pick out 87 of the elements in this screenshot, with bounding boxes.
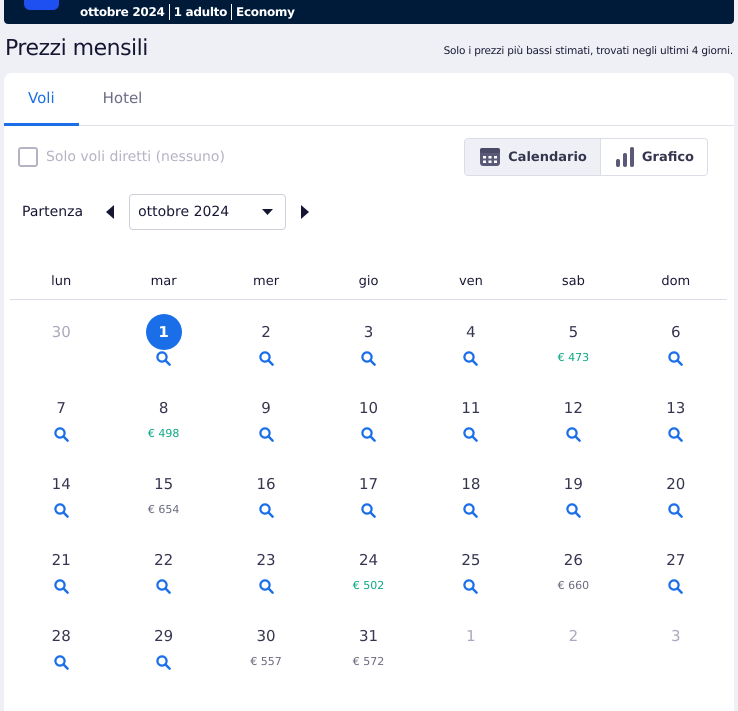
day-number[interactable]: 4 bbox=[452, 317, 489, 347]
search-summary-text: ottobre 2024 bbox=[79, 4, 166, 20]
departure-label: Partenza bbox=[22, 204, 84, 220]
search-icon[interactable] bbox=[54, 579, 69, 594]
search-icon[interactable] bbox=[668, 579, 684, 594]
search-icon[interactable] bbox=[54, 427, 69, 442]
day-number[interactable]: 28 bbox=[43, 621, 80, 651]
search-icon[interactable] bbox=[463, 579, 478, 594]
bar-chart-icon bbox=[616, 147, 634, 167]
search-icon[interactable] bbox=[566, 503, 581, 518]
day-number[interactable]: 27 bbox=[658, 545, 694, 575]
day-number: 1 bbox=[465, 626, 477, 647]
day-number[interactable]: 10 bbox=[350, 393, 386, 423]
day-number: 2 bbox=[568, 626, 580, 647]
caret-right-icon bbox=[300, 204, 310, 220]
search-icon[interactable] bbox=[156, 351, 172, 366]
search-summary-text: Economy bbox=[231, 4, 299, 20]
day-number[interactable]: 6 bbox=[658, 317, 694, 347]
caret-icon bbox=[262, 209, 274, 215]
day-number[interactable]: 12 bbox=[555, 393, 592, 423]
day-number[interactable]: 2 bbox=[248, 317, 284, 347]
price-label[interactable]: € 572 bbox=[352, 655, 384, 668]
day-number[interactable]: 8 bbox=[146, 393, 182, 423]
weekday-label: ven bbox=[458, 274, 483, 289]
logo-icon bbox=[24, 0, 59, 10]
day-number[interactable]: 15 bbox=[146, 469, 182, 499]
search-icon[interactable] bbox=[360, 351, 376, 366]
day-number[interactable]: 22 bbox=[146, 545, 182, 575]
price-note: Solo i prezzi più bassi stimati, trovati negli ultimi 4 giorni. bbox=[444, 45, 733, 59]
day-number[interactable]: 9 bbox=[248, 393, 284, 423]
day-number[interactable]: 7 bbox=[43, 393, 80, 423]
search-icon[interactable] bbox=[258, 503, 274, 518]
search-icon[interactable] bbox=[463, 351, 478, 366]
weekday-label: sab bbox=[562, 274, 585, 289]
day-number[interactable]: 23 bbox=[248, 545, 284, 575]
search-icon[interactable] bbox=[54, 655, 69, 670]
weekday-label: dom bbox=[661, 274, 690, 289]
day-number: 3 bbox=[670, 626, 682, 647]
search-icon[interactable] bbox=[258, 427, 274, 442]
price-label[interactable]: € 654 bbox=[148, 503, 180, 516]
day-number: 30 bbox=[50, 322, 72, 343]
day-number[interactable]: 31 bbox=[350, 621, 386, 651]
search-icon[interactable] bbox=[668, 351, 684, 366]
search-icon[interactable] bbox=[156, 579, 172, 594]
weekday-label: mer bbox=[253, 274, 280, 289]
day-number[interactable]: 20 bbox=[658, 469, 694, 499]
day-number[interactable]: 29 bbox=[146, 621, 182, 651]
search-icon[interactable] bbox=[463, 427, 478, 442]
search-icon[interactable] bbox=[360, 503, 376, 518]
search-icon[interactable] bbox=[668, 427, 684, 442]
day-number[interactable]: 13 bbox=[658, 393, 694, 423]
checkbox-label: Solo voli diretti (nessuno) bbox=[46, 149, 225, 165]
day-number[interactable]: 16 bbox=[248, 469, 284, 499]
view-toggle-button[interactable]: Calendario bbox=[465, 139, 601, 175]
weekday-label: lun bbox=[51, 274, 72, 289]
day-number[interactable]: 3 bbox=[350, 317, 386, 347]
day-number[interactable]: 18 bbox=[452, 469, 489, 499]
day-number[interactable]: 24 bbox=[350, 545, 386, 575]
search-icon[interactable] bbox=[463, 503, 478, 518]
search-icon[interactable] bbox=[258, 351, 274, 366]
day-number[interactable]: 14 bbox=[43, 469, 80, 499]
weekday-label: mar bbox=[150, 274, 177, 289]
search-icon[interactable] bbox=[54, 503, 69, 518]
price-label[interactable]: € 557 bbox=[250, 655, 282, 668]
day-number[interactable]: 21 bbox=[43, 545, 80, 575]
calendar-icon bbox=[480, 148, 500, 166]
search-icon[interactable] bbox=[258, 579, 274, 594]
weekday-label: gio bbox=[358, 274, 378, 289]
search-icon[interactable] bbox=[360, 427, 376, 442]
search-icon[interactable] bbox=[566, 427, 581, 442]
day-number[interactable]: 19 bbox=[555, 469, 592, 499]
search-summary-text: 1 adulto bbox=[168, 4, 232, 20]
price-label[interactable]: € 660 bbox=[558, 579, 590, 592]
day-number[interactable]: 5 bbox=[555, 317, 592, 347]
day-number[interactable]: 25 bbox=[452, 545, 489, 575]
tab[interactable]: Voli bbox=[4, 73, 79, 126]
month-dropdown[interactable]: ottobre 2024 bbox=[129, 194, 286, 230]
tab[interactable]: Hotel bbox=[78, 73, 166, 126]
day-number[interactable]: 17 bbox=[350, 469, 386, 499]
day-number[interactable]: 11 bbox=[452, 393, 489, 423]
page-title: Prezzi mensili bbox=[5, 36, 148, 61]
day-number[interactable]: 30 bbox=[248, 621, 284, 651]
search-icon[interactable] bbox=[668, 503, 684, 518]
day-number[interactable]: 26 bbox=[555, 545, 592, 575]
caret-left-icon bbox=[105, 204, 116, 220]
day-number[interactable]: 1 bbox=[146, 314, 182, 350]
search-icon[interactable] bbox=[156, 655, 172, 670]
